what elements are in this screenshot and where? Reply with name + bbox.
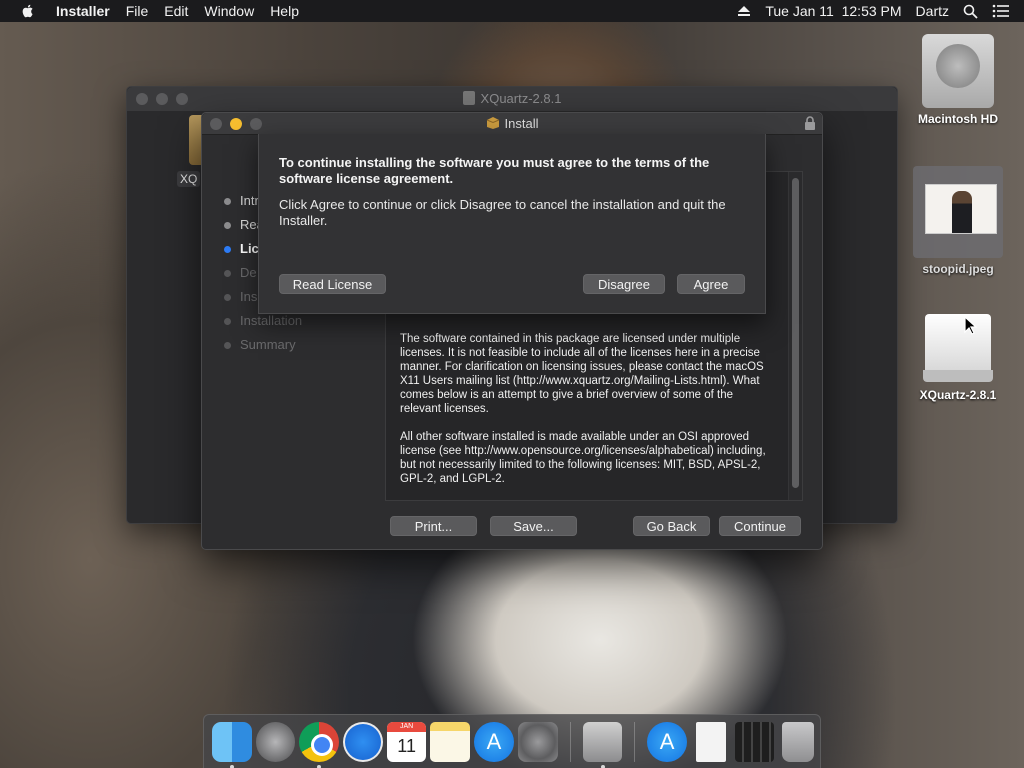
desktop-icon-label: Macintosh HD: [917, 112, 998, 126]
scrollbar-thumb[interactable]: [792, 178, 799, 488]
step-dot: [224, 294, 231, 301]
mouse-pointer-icon: [964, 316, 978, 335]
document-icon[interactable]: [695, 721, 726, 762]
installer-traffic-lights: [210, 118, 270, 130]
xquartz-window-titlebar[interactable]: XQuartz-2.8.1: [127, 87, 897, 111]
apple-menu-icon[interactable]: [20, 3, 36, 19]
license-paragraph: The software contained in this package a…: [400, 333, 764, 415]
image-file-icon: [913, 166, 1003, 258]
back-window-traffic-lights: [136, 93, 196, 105]
menu-user[interactable]: Dartz: [916, 3, 949, 19]
installer-icon[interactable]: [582, 721, 623, 768]
step-dot: [224, 222, 231, 229]
minimize-button[interactable]: [156, 93, 168, 105]
app-store-folder-icon[interactable]: A: [647, 721, 687, 762]
dock: JAN 11 A A: [203, 714, 821, 768]
grid-app-icon[interactable]: [734, 721, 775, 762]
xquartz-window-title: XQuartz-2.8.1: [480, 91, 562, 106]
menu-file[interactable]: File: [118, 3, 157, 19]
sheet-message-body: Click Agree to continue or click Disagre…: [279, 197, 726, 228]
save-button[interactable]: Save...: [490, 516, 577, 536]
trash-icon[interactable]: [782, 721, 815, 762]
hard-drive-icon: [922, 34, 994, 108]
installer-title: Install: [504, 116, 539, 131]
license-paragraph: All other software installed is made ava…: [400, 431, 766, 485]
image-thumbnail: [925, 184, 997, 234]
desktop-icon-macintosh-hd[interactable]: Macintosh HD: [908, 34, 1008, 126]
desktop-icon-label: stoopid.jpeg: [922, 262, 994, 276]
external-drive-icon: [923, 310, 993, 384]
close-button[interactable]: [210, 118, 222, 130]
system-preferences-icon[interactable]: [517, 721, 558, 762]
desktop-icon-stoopid-jpeg[interactable]: stoopid.jpeg: [908, 166, 1008, 276]
step-summary: Summary: [222, 337, 302, 361]
license-text: The software contained in this package a…: [400, 332, 772, 500]
step-label: Summary: [240, 337, 296, 352]
step-label: Ins: [240, 289, 258, 304]
agree-button[interactable]: Agree: [677, 274, 745, 294]
step-installation: Installation: [222, 313, 302, 337]
calendar-day: 11: [397, 735, 416, 756]
step-dot: [224, 270, 231, 277]
close-button[interactable]: [136, 93, 148, 105]
step-dot: [224, 318, 231, 325]
installer-titlebar[interactable]: Install: [202, 113, 822, 135]
xquartz-package-label[interactable]: XQ: [177, 171, 201, 187]
running-indicator: [230, 764, 234, 768]
continue-button[interactable]: Continue: [719, 516, 801, 536]
dock-separator: [569, 721, 571, 762]
menu-help[interactable]: Help: [262, 3, 307, 19]
menu-bar: Installer File Edit Window Help Tue Jan …: [0, 0, 1024, 22]
zoom-button[interactable]: [250, 118, 262, 130]
lock-icon[interactable]: [804, 116, 816, 131]
print-button[interactable]: Print...: [390, 516, 477, 536]
step-label: De: [240, 265, 257, 280]
menu-window[interactable]: Window: [196, 3, 262, 19]
notes-icon[interactable]: [430, 721, 471, 762]
running-indicator: [317, 764, 322, 768]
step-dot: [224, 342, 231, 349]
safari-icon[interactable]: [343, 721, 383, 762]
step-dot: [224, 198, 231, 205]
dock-separator: [634, 721, 636, 762]
menu-clock[interactable]: Tue Jan 11 12:53 PM: [765, 3, 901, 19]
disagree-button[interactable]: Disagree: [583, 274, 665, 294]
desktop-icon-xquartz-volume[interactable]: XQuartz-2.8.1: [908, 310, 1008, 402]
calendar-month: JAN: [386, 721, 427, 732]
launchpad-icon[interactable]: [255, 721, 296, 762]
go-back-button[interactable]: Go Back: [633, 516, 710, 536]
sheet-message-title: To continue installing the software you …: [279, 155, 710, 186]
minimize-button[interactable]: [230, 118, 242, 130]
step-label: Installation: [240, 313, 303, 328]
calendar-icon[interactable]: JAN 11: [386, 721, 427, 762]
spotlight-search-icon[interactable]: [963, 4, 978, 19]
menu-edit[interactable]: Edit: [156, 3, 196, 19]
notification-center-icon[interactable]: [992, 4, 1010, 18]
read-license-button[interactable]: Read License: [279, 274, 386, 294]
disk-image-icon: [462, 91, 475, 105]
license-scrollbar[interactable]: [788, 172, 802, 500]
running-indicator: [600, 764, 605, 768]
step-dot-active: [224, 246, 231, 253]
license-agreement-sheet[interactable]: To continue installing the software you …: [258, 134, 766, 314]
desktop-icon-label: XQuartz-2.8.1: [919, 388, 997, 402]
eject-icon[interactable]: [737, 5, 751, 17]
package-icon: [486, 117, 499, 129]
finder-icon[interactable]: [212, 721, 252, 768]
step-label: Intr: [240, 193, 259, 208]
zoom-button[interactable]: [176, 93, 188, 105]
step-label: Lic: [240, 241, 259, 256]
chrome-icon[interactable]: [299, 721, 340, 768]
menu-app-name[interactable]: Installer: [48, 3, 118, 19]
app-store-icon[interactable]: A: [474, 721, 514, 762]
